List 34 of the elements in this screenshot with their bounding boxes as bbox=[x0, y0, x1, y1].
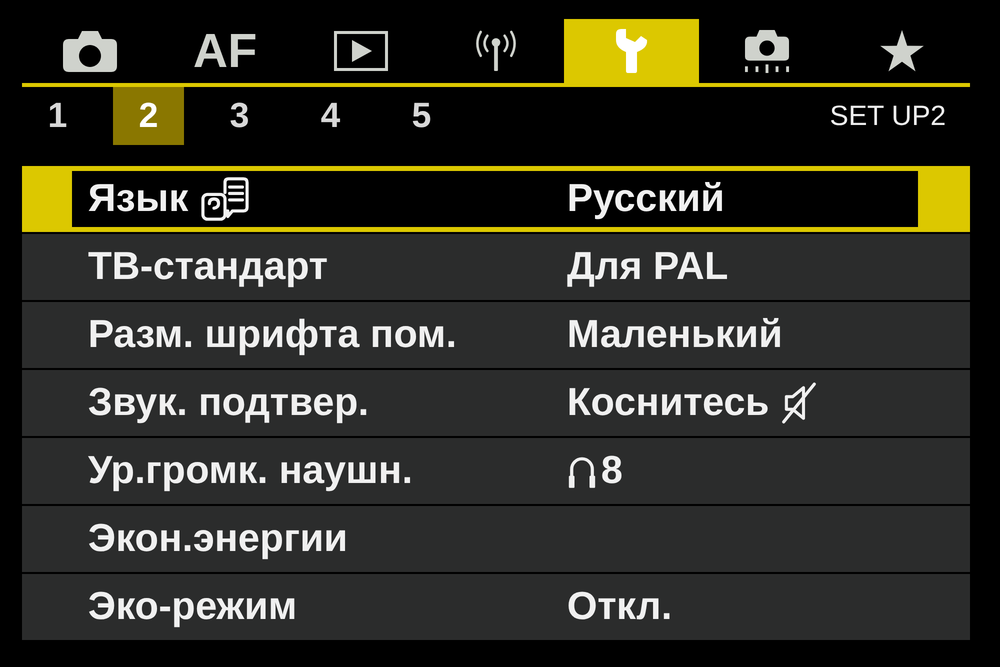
setting-label: Язык bbox=[88, 177, 188, 221]
page-tab[interactable]: 5 bbox=[386, 87, 457, 145]
menu-item[interactable]: ТВ-стандарт Для PAL bbox=[22, 234, 970, 300]
menu-item[interactable]: Эко-режим Откл. bbox=[22, 574, 970, 640]
page-tab[interactable]: 4 bbox=[295, 87, 366, 145]
star-icon bbox=[880, 30, 924, 72]
menu-tab[interactable]: AF bbox=[157, 19, 293, 83]
menu-item[interactable]: Разм. шрифта пом. Маленький bbox=[22, 302, 970, 368]
setting-value: Маленький bbox=[567, 313, 783, 357]
setting-label: Разм. шрифта пом. bbox=[88, 313, 457, 357]
play-icon bbox=[334, 31, 388, 71]
setting-value: 8 bbox=[601, 449, 623, 493]
muted-speaker-icon bbox=[781, 382, 818, 424]
camera-dots-icon bbox=[744, 29, 789, 73]
setting-value: Откл. bbox=[567, 585, 672, 629]
camera-icon bbox=[62, 30, 117, 72]
menu-item[interactable]: Экон.энергии bbox=[22, 506, 970, 572]
setting-label: Звук. подтвер. bbox=[88, 381, 369, 425]
page-tab[interactable]: 3 bbox=[204, 87, 275, 145]
menu-item[interactable]: Ур.громк. наушн. 8 bbox=[22, 438, 970, 504]
speech-bubbles-icon bbox=[200, 176, 250, 222]
setting-value: Для PAL bbox=[567, 245, 728, 289]
wrench-icon bbox=[613, 28, 650, 74]
menu-item[interactable]: Звук. подтвер. Коснитесь bbox=[22, 370, 970, 436]
setting-value: Коснитесь bbox=[567, 381, 770, 425]
setting-label: ТВ-стандарт bbox=[88, 245, 328, 289]
page-tab[interactable]: 2 bbox=[113, 87, 184, 145]
setting-label: Ур.громк. наушн. bbox=[88, 449, 413, 493]
menu-item[interactable]: Язык Русский bbox=[22, 166, 970, 232]
page-title: SET UP2 bbox=[830, 100, 947, 132]
setting-value: Русский bbox=[567, 177, 725, 221]
setting-label: Эко-режим bbox=[88, 585, 298, 629]
setting-label: Экон.энергии bbox=[88, 517, 348, 561]
page-tab[interactable]: 1 bbox=[22, 87, 93, 145]
